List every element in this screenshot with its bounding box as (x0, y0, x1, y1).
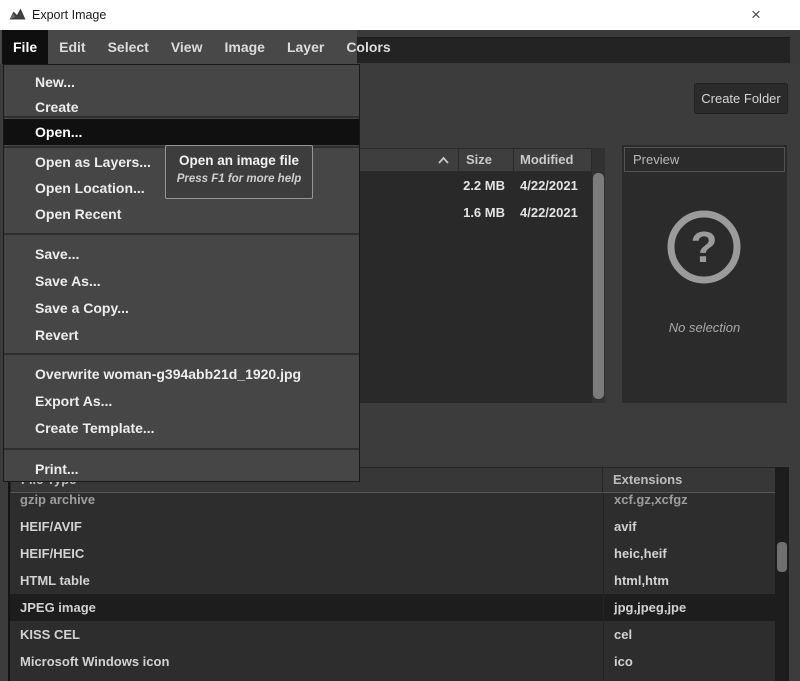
question-mark-icon: ? (664, 207, 744, 287)
file-size: 1.6 MB (459, 199, 514, 226)
file-type-row[interactable]: HTML table html,htm (10, 567, 777, 594)
chevron-up-icon (437, 156, 450, 165)
file-type-row[interactable]: gzip archive xcf.gz,xcfgz (10, 493, 777, 513)
filename-entry[interactable] (357, 37, 790, 63)
column-header-extensions[interactable]: Extensions (603, 467, 777, 493)
titlebar: Export Image × (0, 0, 800, 30)
close-icon[interactable]: × (741, 0, 771, 30)
file-type-row[interactable]: KISS CEL cel (10, 621, 777, 648)
menu-file[interactable]: File (2, 30, 48, 64)
menu-separator (4, 353, 359, 355)
file-size: 2.2 MB (459, 172, 514, 199)
no-selection-text: No selection (622, 320, 787, 335)
file-type-row[interactable]: HEIF/AVIF avif (10, 513, 777, 540)
menu-select[interactable]: Select (97, 30, 160, 64)
gimp-wilber-icon (8, 5, 27, 24)
svg-text:?: ? (691, 223, 718, 272)
tooltip-hint: Press F1 for more help (166, 173, 312, 185)
menu-separator (4, 233, 359, 235)
file-modified: 4/22/2021 (514, 199, 592, 226)
tooltip: Open an image file Press F1 for more hel… (165, 145, 313, 199)
preview-panel: Preview ? No selection (622, 145, 787, 403)
menu-colors[interactable]: Colors (335, 30, 401, 64)
menu-item-save-a-copy[interactable]: Save a Copy... (4, 295, 359, 321)
menu-item-new[interactable]: New... (4, 69, 359, 95)
menu-item-print[interactable]: Print... (4, 456, 359, 482)
menu-separator (4, 116, 359, 118)
column-header-size[interactable]: Size (459, 148, 514, 172)
file-list-scrollbar[interactable] (592, 148, 605, 403)
menu-edit[interactable]: Edit (48, 30, 96, 64)
menu-item-open-recent[interactable]: Open Recent (4, 201, 359, 227)
window-title: Export Image (32, 0, 106, 30)
menu-item-save-as[interactable]: Save As... (4, 268, 359, 294)
create-folder-button[interactable]: Create Folder (694, 83, 788, 114)
file-type-row[interactable]: MNG animation mng (10, 675, 777, 681)
file-type-row[interactable]: HEIF/HEIC heic,heif (10, 540, 777, 567)
file-type-scrollbar[interactable] (775, 467, 789, 681)
file-type-rows: gzip archive xcf.gz,xcfgz HEIF/AVIF avif… (10, 493, 777, 681)
menu-item-overwrite[interactable]: Overwrite woman-g394abb21d_1920.jpg (4, 361, 359, 387)
file-menu-dropdown: New... Create Open... Open as Layers... … (3, 64, 360, 482)
file-modified: 4/22/2021 (514, 172, 592, 199)
file-type-list: File Type Extensions gzip archive xcf.gz… (8, 467, 789, 681)
menu-separator (4, 448, 359, 450)
file-type-row-selected[interactable]: JPEG image jpg,jpeg,jpe (10, 594, 777, 621)
scrollbar-thumb[interactable] (593, 173, 604, 399)
menu-item-create-template[interactable]: Create Template... (4, 415, 359, 441)
scrollbar-thumb[interactable] (777, 542, 787, 572)
menu-view[interactable]: View (160, 30, 214, 64)
menubar: File Edit Select View Image Layer Colors (0, 30, 357, 64)
menu-item-revert[interactable]: Revert (4, 322, 359, 348)
file-type-row[interactable]: Microsoft Windows icon ico (10, 648, 777, 675)
menu-item-save[interactable]: Save... (4, 241, 359, 267)
column-header-modified[interactable]: Modified (514, 148, 592, 172)
column-divider (603, 493, 604, 681)
menu-item-open[interactable]: Open... (4, 119, 359, 145)
menu-item-export-as[interactable]: Export As... (4, 388, 359, 414)
menu-image[interactable]: Image (213, 30, 275, 64)
preview-label: Preview (624, 147, 785, 172)
tooltip-title: Open an image file (166, 153, 312, 168)
menu-layer[interactable]: Layer (276, 30, 335, 64)
